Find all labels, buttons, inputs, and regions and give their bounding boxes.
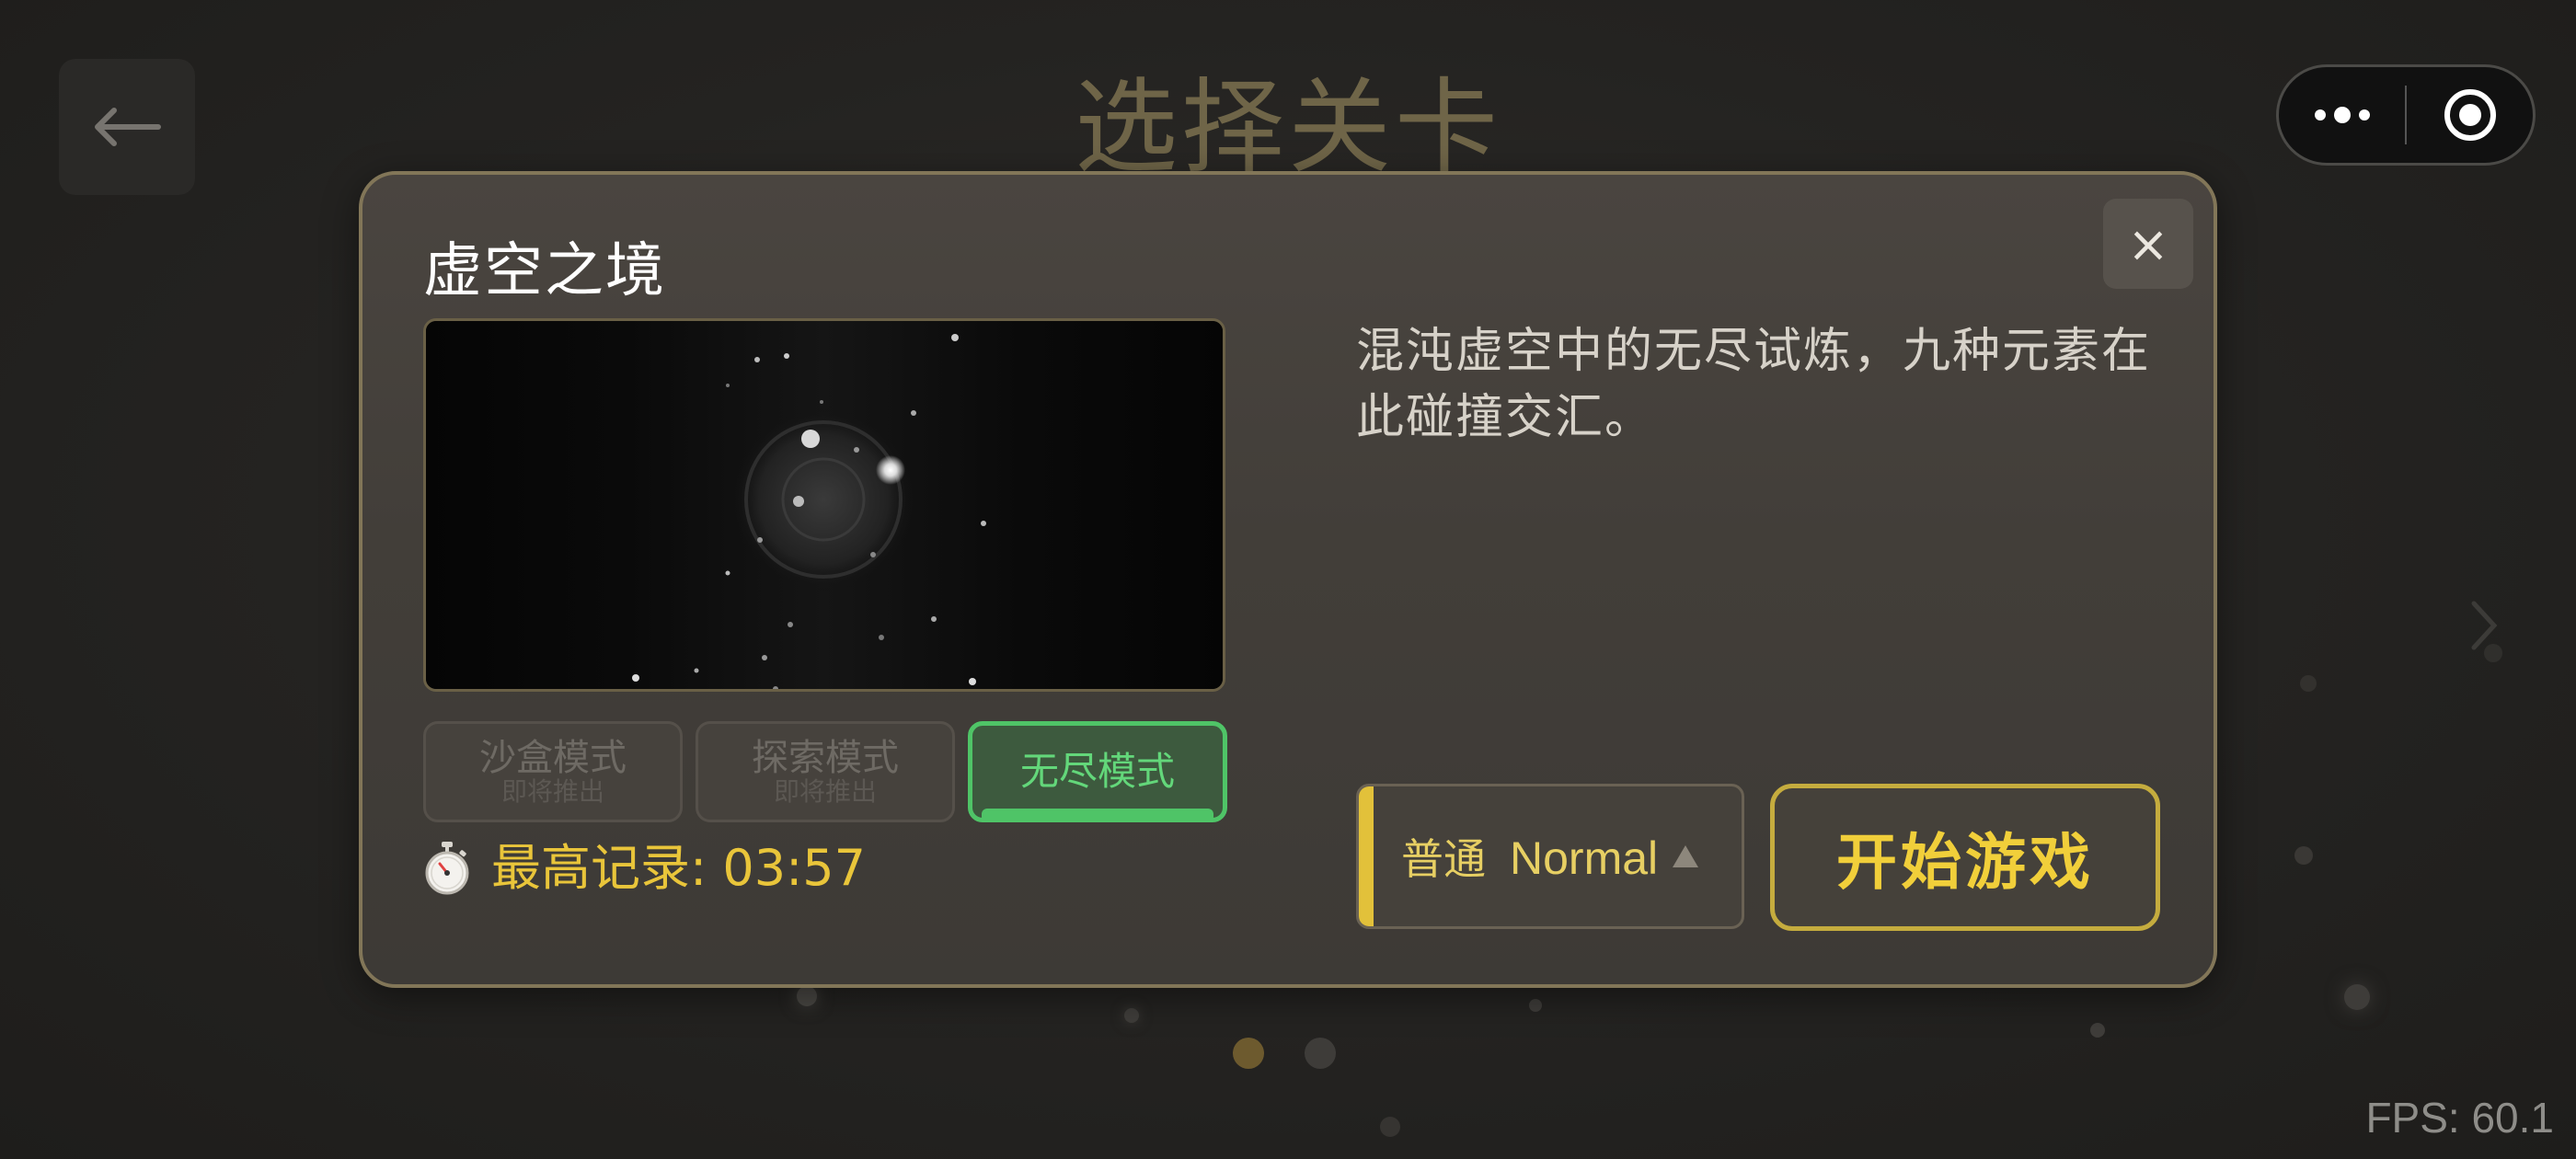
best-record: 最高记录: 03:57 [423,841,866,895]
page-dot[interactable] [1305,1038,1336,1069]
mini-program-capsule [2276,64,2536,166]
background-particle [2090,1023,2105,1038]
more-button[interactable] [2279,67,2405,163]
page-title: 选择关卡 [1075,68,1501,188]
background-particle [1380,1117,1400,1137]
target-icon [2444,89,2496,141]
mode-label: 探索模式 [752,736,899,779]
mode-coming-soon-label: 即将推出 [500,775,604,807]
triangle-up-icon [1673,845,1699,867]
background-particle [2484,644,2502,662]
mode-explore-button[interactable]: 探索模式 即将推出 [696,721,955,822]
mode-label: 无尽模式 [1019,748,1175,794]
mode-sandbox-button[interactable]: 沙盒模式 即将推出 [423,721,683,822]
page-indicator [1233,1038,1336,1069]
stopwatch-icon [425,841,469,895]
background-particle [1529,999,1542,1012]
mode-selector: 沙盒模式 即将推出 探索模式 即将推出 无尽模式 [423,721,1227,822]
difficulty-label: 普通 Normal [1401,826,1658,887]
more-dots-icon [2314,107,2370,123]
background-particle [2294,846,2313,865]
difficulty-label-en: Normal [1510,832,1659,884]
difficulty-label-cn: 普通 [1401,834,1486,884]
mode-label: 沙盒模式 [479,736,627,779]
fps-counter: FPS: 60.1 [2365,1094,2554,1142]
close-button[interactable]: × [2103,199,2193,289]
level-name: 虚空之境 [423,237,666,305]
level-detail-modal: × 虚空之境 沙盒模式 即将推出 探索模式 即将推出 无尽模式 最高记录: 03… [359,171,2217,988]
mode-endless-button[interactable]: 无尽模式 [968,721,1227,822]
close-icon: × [2127,214,2169,273]
background-particle [1124,1008,1139,1023]
start-game-button[interactable]: 开始游戏 [1770,784,2160,931]
background-particle [2300,675,2317,692]
background-particle [2344,984,2370,1010]
page-dot-active[interactable] [1233,1038,1264,1069]
mode-coming-soon-label: 即将推出 [773,775,877,807]
best-record-text: 最高记录: 03:57 [491,839,866,897]
difficulty-selector[interactable]: 普通 Normal [1356,784,1744,929]
close-miniprogram-button[interactable] [2407,67,2533,163]
level-preview-image [423,318,1225,692]
level-description: 混沌虚空中的无尽试炼，九种元素在此碰撞交汇。 [1356,324,2152,445]
difficulty-accent-bar [1359,786,1374,926]
background-particle [797,986,817,1006]
